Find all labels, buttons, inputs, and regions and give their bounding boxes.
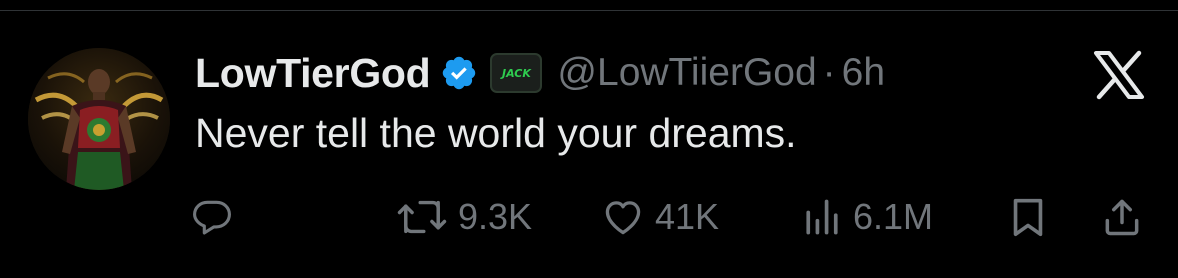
reply-button[interactable] — [190, 192, 234, 242]
x-logo-icon — [1092, 50, 1146, 100]
like-count: 41K — [655, 196, 720, 237]
share-button[interactable] — [1100, 192, 1144, 242]
heart-icon — [605, 201, 641, 235]
action-bar: 9.3K 41K 6.1M — [0, 192, 1178, 242]
repost-icon — [397, 200, 447, 234]
repost-button[interactable]: 9.3K — [395, 192, 532, 242]
tweet-header: LowTierGod JACK @LowTiierGod · 6h — [195, 44, 885, 102]
affiliate-badge-icon[interactable]: JACK — [490, 53, 543, 93]
bookmark-button[interactable] — [1008, 192, 1048, 242]
timestamp[interactable]: 6h — [842, 51, 885, 95]
views-count: 6.1M — [853, 196, 934, 237]
like-button[interactable]: 41K — [600, 192, 719, 242]
reply-icon — [193, 200, 231, 235]
top-divider — [0, 10, 1178, 11]
user-handle[interactable]: @LowTiierGod — [557, 51, 816, 95]
bookmark-icon — [1013, 198, 1043, 237]
avatar[interactable] — [28, 48, 170, 190]
views-button[interactable]: 6.1M — [800, 192, 933, 242]
repost-count: 9.3K — [458, 196, 533, 237]
tweet-text: Never tell the world your dreams. — [195, 110, 797, 156]
views-icon — [806, 199, 838, 235]
verified-badge-icon[interactable] — [440, 54, 478, 92]
display-name[interactable]: LowTierGod — [195, 50, 431, 97]
share-icon — [1105, 199, 1139, 236]
affiliate-badge-label: JACK — [501, 66, 531, 80]
separator-dot: · — [822, 51, 836, 94]
